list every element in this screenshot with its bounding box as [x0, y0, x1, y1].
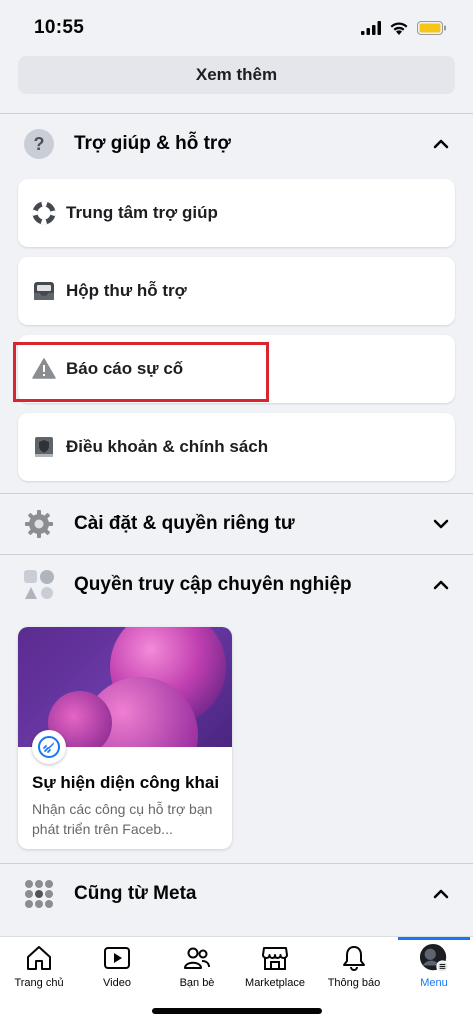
grid-icon	[22, 877, 56, 911]
pro-section-header[interactable]: Quyền truy cập chuyên nghiệp	[0, 555, 473, 615]
home-indicator	[152, 1008, 322, 1014]
chevron-up-icon	[431, 884, 451, 904]
signal-icon	[361, 21, 381, 35]
shapes-icon	[22, 568, 56, 602]
menu-avatar-icon	[419, 943, 449, 973]
pro-section-title: Quyền truy cập chuyên nghiệp	[74, 574, 352, 595]
gear-icon	[22, 507, 56, 541]
public-presence-card[interactable]: Sự hiện diện công khai Nhận các công cụ …	[18, 627, 232, 849]
chevron-down-icon	[431, 514, 451, 534]
home-icon	[24, 943, 54, 973]
status-bar: 10:55	[0, 0, 473, 56]
meta-section-title: Cũng từ Meta	[74, 883, 197, 904]
tab-marketplace-label: Marketplace	[245, 977, 305, 989]
settings-section-header[interactable]: Cài đặt & quyền riêng tư	[0, 494, 473, 554]
tab-home[interactable]: Trang chủ	[0, 937, 78, 997]
tab-friends[interactable]: Bạn bè	[158, 937, 236, 997]
help-section-title: Trợ giúp & hỗ trợ	[74, 133, 231, 154]
wifi-icon	[390, 21, 408, 35]
public-presence-title: Sự hiện diện công khai	[32, 773, 220, 792]
bell-icon	[339, 943, 369, 973]
tab-notifications[interactable]: Thông báo	[315, 937, 393, 997]
tab-video-label: Video	[103, 977, 131, 989]
terms-policies-item[interactable]: Điều khoản & chính sách	[18, 413, 455, 481]
lifebuoy-icon	[32, 201, 56, 225]
tab-menu-label: Menu	[420, 977, 448, 989]
help-center-item[interactable]: Trung tâm trợ giúp	[18, 179, 455, 247]
terms-policies-label: Điều khoản & chính sách	[66, 437, 269, 456]
chevron-up-icon	[431, 134, 451, 154]
support-inbox-item[interactable]: Hộp thư hỗ trợ	[18, 257, 455, 325]
video-icon	[102, 943, 132, 973]
battery-icon	[417, 21, 446, 35]
highlight-box	[13, 342, 269, 402]
meta-section-header[interactable]: Cũng từ Meta	[0, 864, 473, 924]
tab-friends-label: Bạn bè	[179, 977, 215, 989]
card-banner-image	[18, 627, 232, 747]
marketplace-icon	[260, 943, 290, 973]
status-time: 10:55	[34, 17, 85, 38]
tab-home-label: Trang chủ	[14, 977, 64, 989]
tab-marketplace[interactable]: Marketplace	[236, 937, 314, 997]
svg-text:?: ?	[34, 134, 45, 154]
inbox-icon	[32, 279, 56, 303]
tab-video[interactable]: Video	[78, 937, 156, 997]
help-center-label: Trung tâm trợ giúp	[66, 203, 218, 222]
rocket-badge-icon	[32, 730, 66, 764]
status-icons	[361, 21, 447, 36]
help-section-header[interactable]: ? Trợ giúp & hỗ trợ	[0, 114, 473, 174]
friends-icon	[182, 943, 212, 973]
public-presence-description: Nhận các công cụ hỗ trợ bạn phát triển t…	[32, 801, 213, 837]
chevron-up-icon	[431, 575, 451, 595]
settings-section-title: Cài đặt & quyền riêng tư	[74, 513, 295, 534]
shield-book-icon	[32, 435, 56, 459]
see-more-button[interactable]: Xem thêm	[18, 56, 455, 94]
tab-notifications-label: Thông báo	[327, 977, 381, 989]
support-inbox-label: Hộp thư hỗ trợ	[66, 281, 187, 300]
tab-menu[interactable]: Menu	[395, 937, 473, 997]
question-icon: ?	[22, 127, 56, 161]
